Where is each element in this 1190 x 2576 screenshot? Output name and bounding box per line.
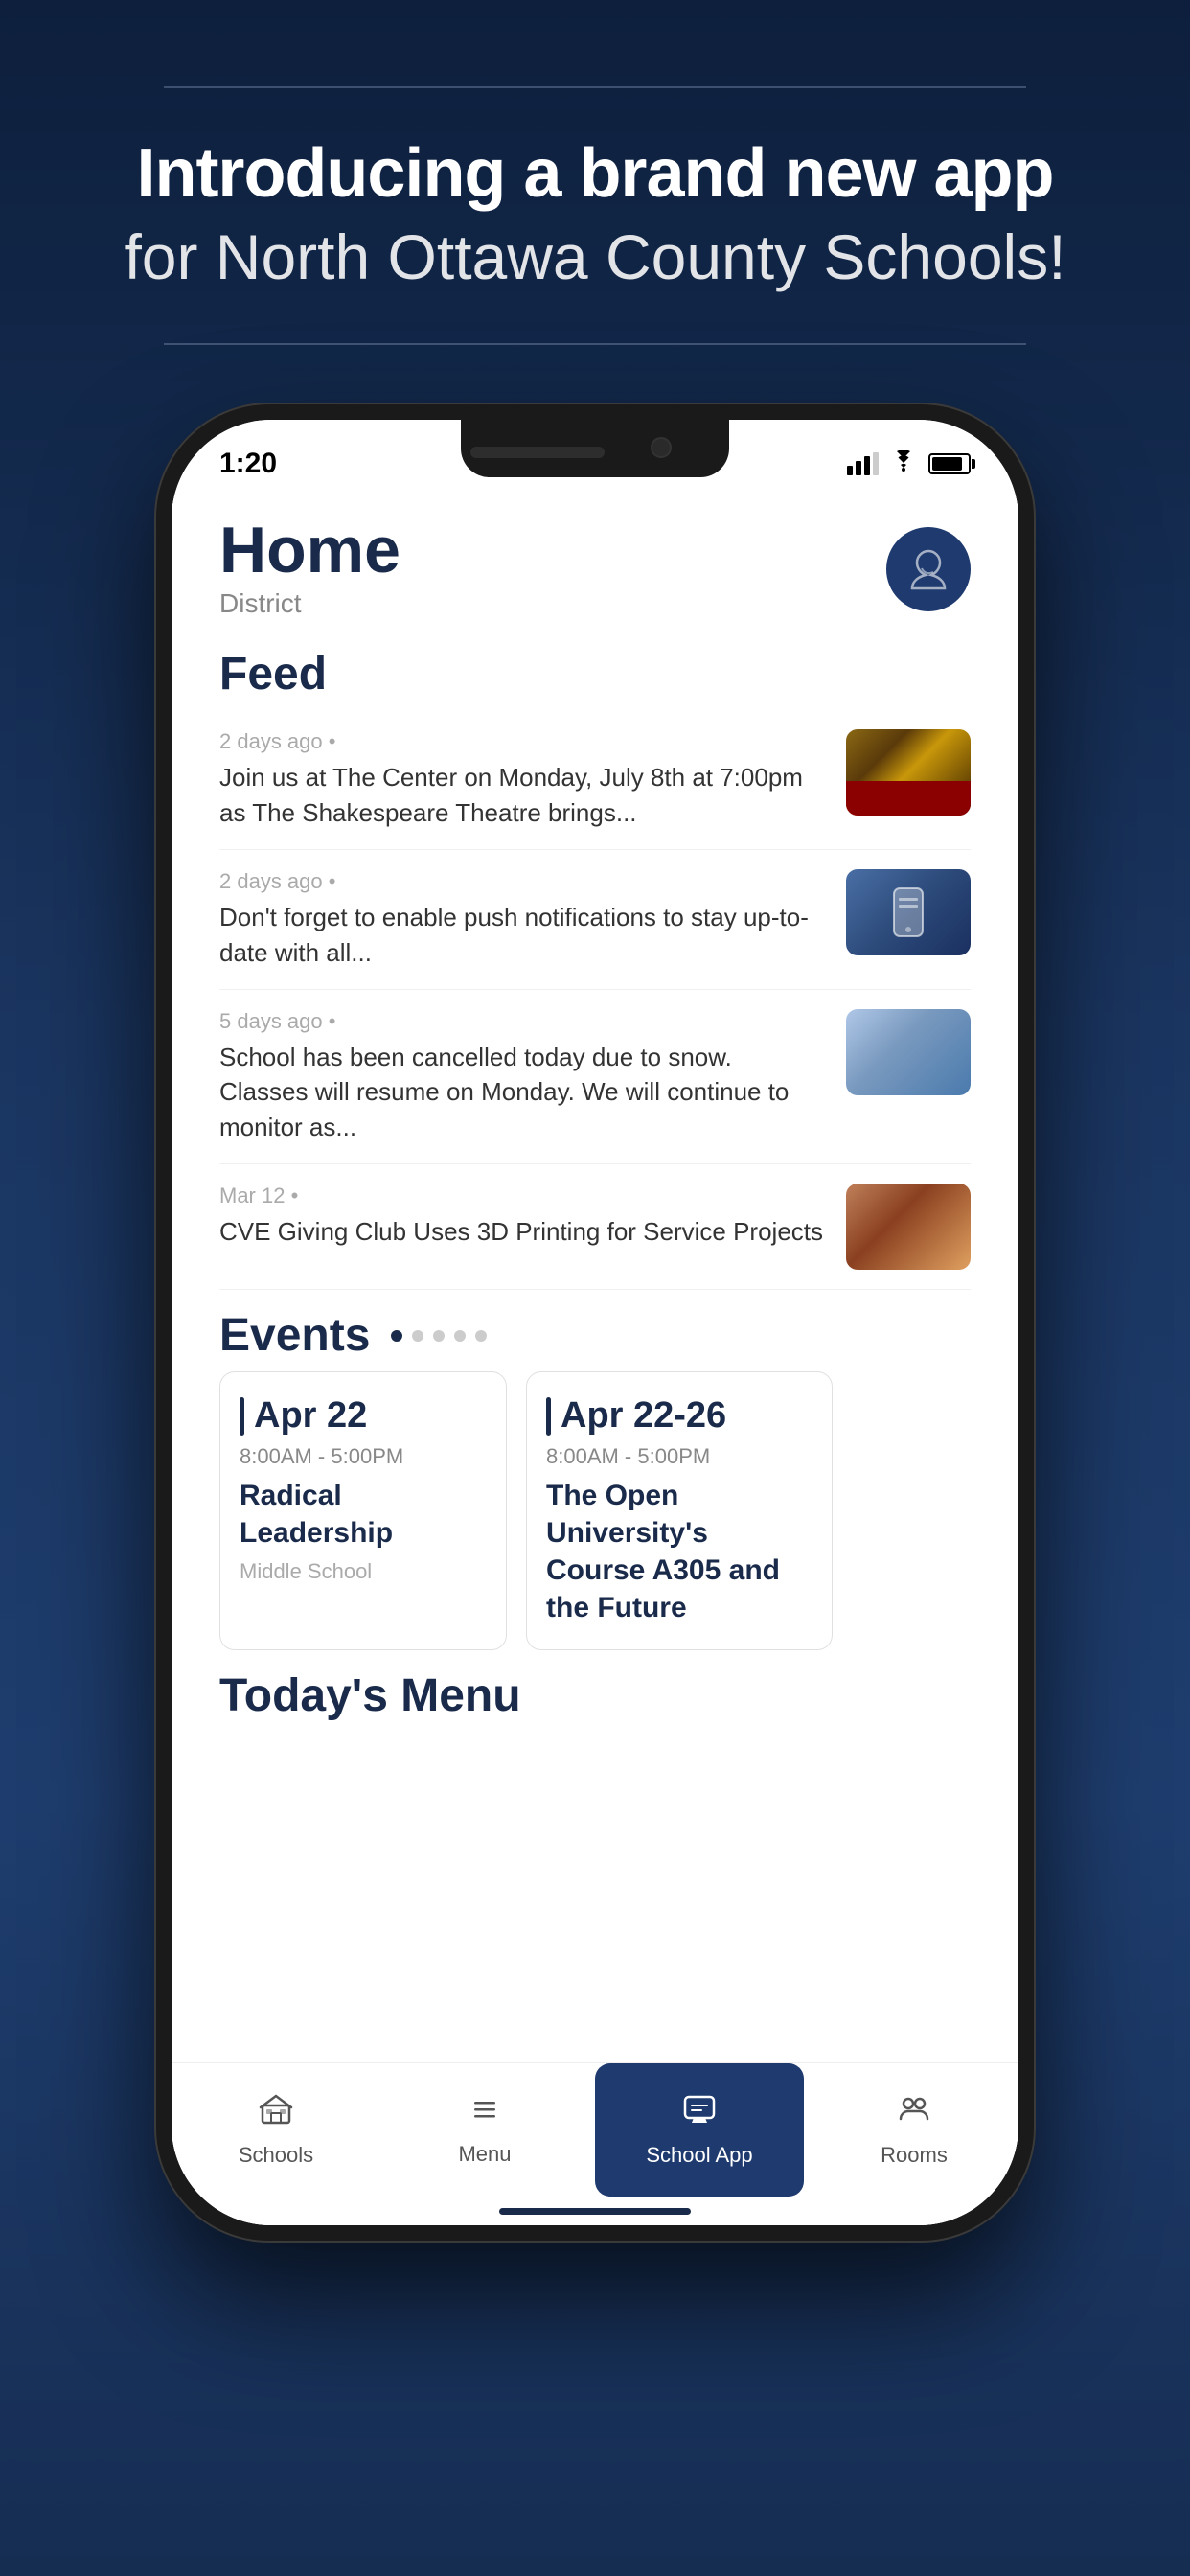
- events-pagination-dots: [391, 1330, 487, 1342]
- feed-item[interactable]: 2 days ago • Join us at The Center on Mo…: [219, 710, 971, 850]
- events-section-title: Events: [219, 1309, 370, 1362]
- app-content: Home District Feed 2 day: [172, 489, 1018, 2225]
- feed-timestamp: 2 days ago •: [219, 729, 827, 754]
- phone-outer: 1:20: [154, 402, 1036, 2242]
- signal-bars-icon: [847, 452, 879, 475]
- feed-text: School has been cancelled today due to s…: [219, 1040, 827, 1144]
- feed-item[interactable]: Mar 12 • CVE Giving Club Uses 3D Printin…: [219, 1164, 971, 1290]
- event-date-bar: [546, 1397, 551, 1436]
- nav-item-rooms[interactable]: Rooms: [810, 2063, 1018, 2196]
- feed-text-block: Mar 12 • CVE Giving Club Uses 3D Printin…: [219, 1184, 827, 1249]
- event-date-bar: [240, 1397, 244, 1436]
- event-name: Radical Leadership: [240, 1477, 487, 1552]
- spacer: [172, 1722, 1018, 2062]
- battery-fill: [932, 457, 962, 471]
- menu-section: Today's Menu: [172, 1650, 1018, 1722]
- event-date: Apr 22-26: [546, 1395, 812, 1437]
- feed-item[interactable]: 5 days ago • School has been cancelled t…: [219, 990, 971, 1164]
- students-image: [846, 1184, 971, 1270]
- menu-section-title: Today's Menu: [219, 1669, 971, 1722]
- feed-text-block: 5 days ago • School has been cancelled t…: [219, 1009, 827, 1144]
- dot-inactive: [454, 1330, 466, 1342]
- status-icons: [847, 450, 971, 478]
- feed-text: Don't forget to enable push notification…: [219, 900, 827, 970]
- event-card[interactable]: Apr 22-26 8:00AM - 5:00PM The Open Unive…: [526, 1371, 833, 1650]
- events-header: Events: [172, 1290, 1018, 1371]
- phone-camera: [651, 437, 672, 458]
- nav-label-menu: Menu: [458, 2142, 511, 2167]
- phone-wrapper: 1:20: [154, 402, 1036, 2576]
- phone-speaker: [470, 447, 605, 458]
- feed-text: Join us at The Center on Monday, July 8t…: [219, 760, 827, 830]
- phone-hands-image: [846, 869, 971, 955]
- top-divider: [164, 86, 1026, 88]
- feed-text-block: 2 days ago • Don't forget to enable push…: [219, 869, 827, 970]
- feed-section-title: Feed: [172, 629, 1018, 710]
- event-date: Apr 22: [240, 1395, 487, 1437]
- dot-inactive: [433, 1330, 445, 1342]
- app-header: Home District: [172, 489, 1018, 629]
- home-bar: [499, 2208, 691, 2215]
- nav-item-schools[interactable]: Schools: [172, 2063, 380, 2196]
- feed-list: 2 days ago • Join us at The Center on Mo…: [172, 710, 1018, 1290]
- nav-label-rooms: Rooms: [881, 2143, 948, 2168]
- signal-bar-3: [864, 456, 870, 475]
- schools-icon: [259, 2092, 293, 2135]
- status-time: 1:20: [219, 448, 277, 480]
- header-title-normal: for North Ottawa County Schools!: [124, 219, 1065, 295]
- header-title-bold: Introducing a brand new app: [124, 136, 1065, 212]
- phone-screen: 1:20: [172, 420, 1018, 2225]
- header-section: Introducing a brand new app for North Ot…: [47, 136, 1142, 295]
- signal-bar-1: [847, 466, 853, 475]
- event-card[interactable]: Apr 22 8:00AM - 5:00PM Radical Leadershi…: [219, 1371, 507, 1650]
- phone-notch: [461, 420, 729, 477]
- snow-image: [846, 1009, 971, 1095]
- feed-text-block: 2 days ago • Join us at The Center on Mo…: [219, 729, 827, 830]
- feed-text: CVE Giving Club Uses 3D Printing for Ser…: [219, 1214, 827, 1249]
- bottom-nav: Schools Menu: [172, 2062, 1018, 2196]
- avatar[interactable]: [886, 527, 971, 611]
- school-app-icon: [682, 2092, 717, 2135]
- nav-label-schools: Schools: [239, 2143, 313, 2168]
- theater-image: [846, 729, 971, 816]
- signal-bar-2: [856, 461, 861, 475]
- feed-thumbnail: [846, 1009, 971, 1095]
- home-indicator: [172, 2196, 1018, 2225]
- page-title: Home: [219, 518, 400, 583]
- home-title-block: Home District: [219, 518, 400, 619]
- feed-thumbnail: [846, 869, 971, 955]
- event-time: 8:00AM - 5:00PM: [240, 1444, 487, 1469]
- events-cards: Apr 22 8:00AM - 5:00PM Radical Leadershi…: [172, 1371, 1018, 1650]
- feed-item[interactable]: 2 days ago • Don't forget to enable push…: [219, 850, 971, 990]
- dot-active: [391, 1330, 402, 1342]
- feed-timestamp: 5 days ago •: [219, 1009, 827, 1034]
- dot-inactive: [475, 1330, 487, 1342]
- rooms-icon: [897, 2092, 931, 2135]
- nav-item-menu[interactable]: Menu: [380, 2063, 589, 2196]
- battery-icon: [928, 453, 971, 474]
- nav-label-school-app: School App: [646, 2143, 752, 2168]
- feed-timestamp: 2 days ago •: [219, 869, 827, 894]
- signal-bar-4: [873, 452, 879, 475]
- event-time: 8:00AM - 5:00PM: [546, 1444, 812, 1469]
- page-subtitle: District: [219, 588, 400, 619]
- feed-thumbnail: [846, 729, 971, 816]
- nav-item-school-app[interactable]: School App: [595, 2063, 804, 2196]
- wifi-icon: [890, 450, 917, 478]
- bottom-divider: [164, 343, 1026, 345]
- event-location: Middle School: [240, 1559, 487, 1584]
- menu-icon: [469, 2093, 501, 2134]
- event-name: The Open University's Course A305 and th…: [546, 1477, 812, 1626]
- dot-inactive: [412, 1330, 423, 1342]
- feed-timestamp: Mar 12 •: [219, 1184, 827, 1208]
- feed-thumbnail: [846, 1184, 971, 1270]
